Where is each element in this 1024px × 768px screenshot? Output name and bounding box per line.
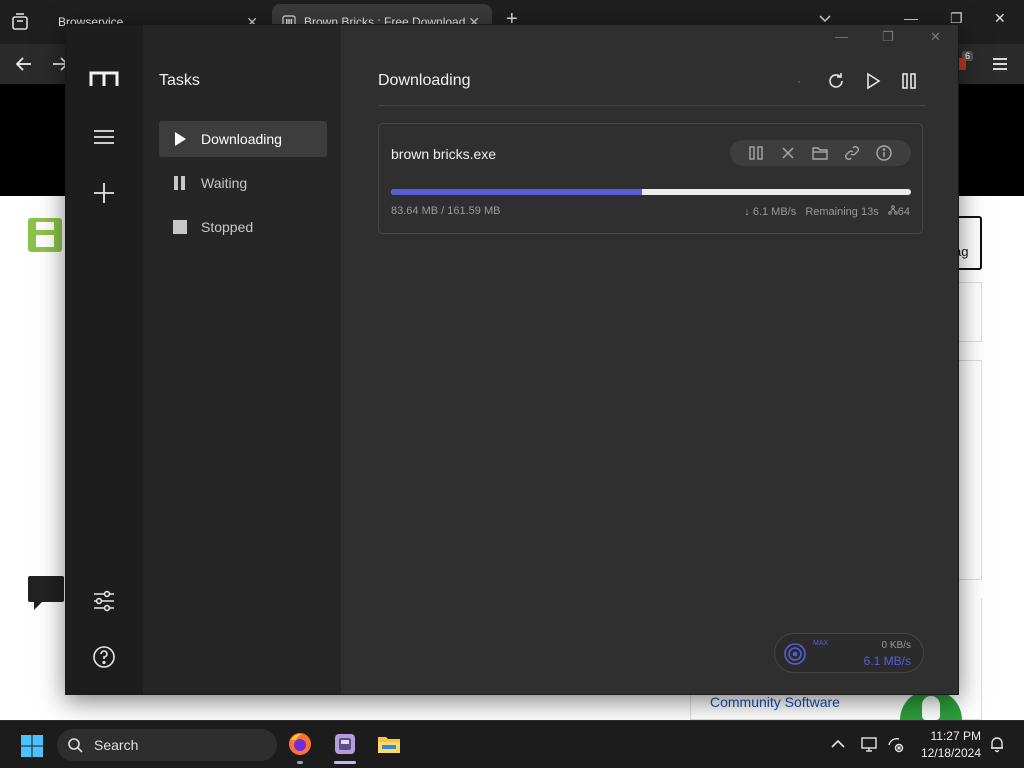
close-window-icon[interactable]: ✕ — [930, 29, 941, 45]
tasks-panel: Tasks Downloading Waiting Stopped — [143, 25, 341, 694]
nav-item-label: Downloading — [201, 131, 282, 147]
info-icon[interactable] — [875, 144, 893, 162]
hamburger-menu-icon[interactable] — [990, 54, 1010, 74]
main-content: — ❐ ✕ Downloading brown bricks.exe 83.64… — [341, 25, 958, 694]
nav-item-waiting[interactable]: Waiting — [159, 165, 327, 201]
stop-icon — [173, 220, 187, 234]
progress-fill — [391, 189, 642, 195]
pause-icon[interactable] — [899, 71, 919, 91]
windows-start-icon[interactable] — [20, 734, 44, 758]
maximize-icon[interactable]: ❐ — [882, 29, 894, 45]
connections-count: 64 — [887, 205, 910, 218]
progress-bar — [391, 189, 911, 195]
chat-icon[interactable] — [28, 576, 64, 610]
search-icon — [68, 738, 83, 753]
nav-item-label: Stopped — [201, 219, 254, 235]
save-icon — [28, 218, 62, 252]
add-icon[interactable] — [90, 179, 118, 207]
tasks-title: Tasks — [159, 72, 200, 89]
speed-max-label: MAX — [813, 640, 829, 647]
nav-item-label: Waiting — [201, 175, 248, 191]
notification-bell-icon[interactable] — [988, 735, 1006, 753]
app-logo-icon — [89, 71, 119, 86]
divider-dot — [798, 81, 800, 83]
download-task-card[interactable]: brown bricks.exe 83.64 MB / 161.59 MB ↓ … — [378, 123, 923, 234]
speedometer[interactable]: MAX 0 KB/s 6.1 MB/s — [774, 633, 924, 673]
active-indicator — [334, 761, 356, 764]
link-icon[interactable] — [843, 144, 861, 162]
download-size: 83.64 MB / 161.59 MB — [391, 205, 501, 217]
clock-time[interactable]: 11:27 PM — [919, 729, 981, 743]
folder-icon[interactable] — [811, 144, 829, 162]
header-divider — [378, 105, 925, 106]
chevron-up-icon[interactable] — [829, 735, 847, 753]
firefox-icon[interactable] — [287, 731, 313, 757]
minimize-icon[interactable]: — — [835, 29, 848, 44]
download-manager-icon[interactable] — [332, 731, 358, 757]
nav-item-stopped[interactable]: Stopped — [159, 209, 327, 245]
task-file-name: brown bricks.exe — [391, 146, 497, 162]
windows-taskbar: Search 11:27 PM 12/18/2024 — [0, 720, 1024, 768]
network-disconnected-icon[interactable] — [886, 735, 904, 753]
download-manager-window: Tasks Downloading Waiting Stopped — ❐ ✕ … — [65, 24, 959, 695]
clock-date[interactable]: 12/18/2024 — [919, 746, 981, 760]
file-explorer-icon[interactable] — [376, 731, 402, 757]
app-rail — [66, 25, 143, 694]
menu-icon[interactable] — [90, 123, 118, 151]
refresh-icon[interactable] — [826, 71, 846, 91]
tab-list-icon[interactable] — [8, 10, 32, 34]
connections-icon — [887, 205, 898, 215]
page-card — [958, 282, 982, 342]
taskbar-search[interactable]: Search — [57, 729, 277, 761]
search-label: Search — [94, 737, 139, 753]
close-icon[interactable] — [779, 144, 797, 162]
running-indicator — [297, 761, 303, 764]
pause-icon[interactable] — [747, 144, 765, 162]
task-actions — [730, 140, 911, 166]
close-window-icon[interactable]: ✕ — [994, 10, 1006, 27]
page-title: Downloading — [378, 72, 471, 89]
nav-item-downloading[interactable]: Downloading — [159, 121, 327, 157]
community-software-link[interactable]: Community Software — [710, 694, 840, 710]
play-icon — [175, 132, 186, 146]
play-icon[interactable] — [863, 71, 883, 91]
back-arrow-icon[interactable] — [14, 54, 34, 74]
download-stats: ↓ 6.1 MB/s Remaining 13s 64 — [738, 205, 910, 218]
download-speed-total: 6.1 MB/s — [863, 654, 911, 668]
help-icon[interactable] — [90, 643, 118, 671]
download-speed: ↓ 6.1 MB/s — [744, 206, 797, 218]
time-remaining: Remaining 13s — [805, 206, 879, 218]
upload-speed: 0 KB/s — [881, 640, 911, 651]
display-icon[interactable] — [860, 735, 878, 753]
page-card — [958, 360, 982, 580]
pause-icon — [174, 176, 185, 190]
connections-value: 64 — [897, 206, 910, 218]
settings-sliders-icon[interactable] — [90, 587, 118, 615]
speedometer-gauge-icon — [784, 643, 806, 665]
